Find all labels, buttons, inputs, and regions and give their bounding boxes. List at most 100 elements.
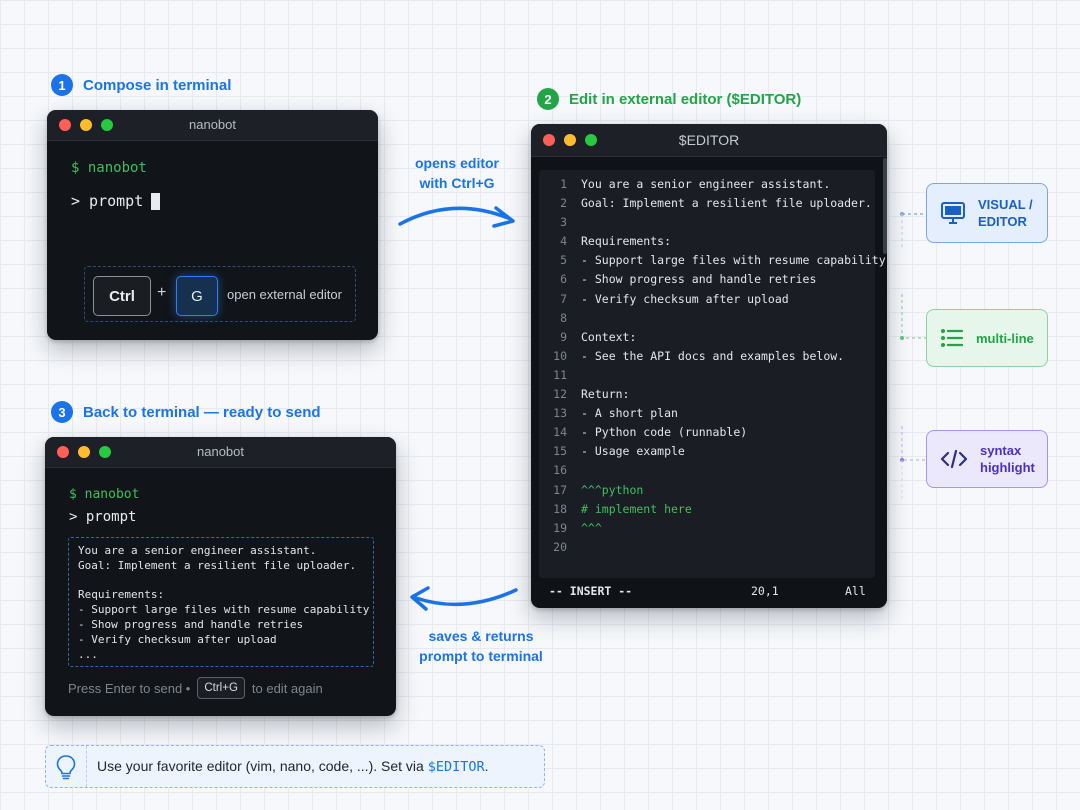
monitor-icon [941,202,965,224]
line-number: 16 [553,463,567,478]
step-number-badge: 2 [537,88,559,110]
arrow-caption-bottom: saves & returns prompt to terminal [404,626,558,666]
code-icon [940,449,968,469]
line-content: - Usage example [581,444,685,459]
caption-line: with Ctrl+G [419,175,495,191]
window-title: nanobot [189,117,236,132]
lightbulb-icon [56,754,76,779]
prompt-line: > prompt [69,509,137,525]
preview-line: - Show progress and handle retries [78,617,304,631]
line-content: - Python code (runnable) [581,425,748,440]
ctrl-key: Ctrl [93,276,151,316]
preview-line: ... [78,647,98,661]
preview-line: - Verify checksum after upload [78,632,277,646]
line-number: 5 [560,253,567,268]
caption-line: prompt to terminal [419,648,543,664]
caption-line: saves & returns [428,628,534,644]
line-content: Return: [581,387,630,402]
step-title: Edit in external editor ($EDITOR) [569,90,802,108]
preview-line: You are a senior engineer assistant. [78,544,317,557]
footer-hint-post: to edit again [251,680,323,696]
shortcut-hint-box: Ctrl + G open external editor [84,266,356,322]
arrow-caption-top: opens editor with Ctrl+G [400,153,514,193]
editor-line: 2 Goal: Implement a resilient file upload… [539,194,875,213]
step-title: Compose in terminal [83,76,232,94]
editor-line: 7 - Verify checksum after upload [539,290,875,309]
line-content: ^^^python [581,482,644,497]
cursor [151,192,161,210]
editor-line: 16 [539,461,875,480]
feature-multi-line: multi-line [926,309,1048,367]
line-number: 8 [560,310,567,325]
titlebar: $EDITOR [531,124,887,157]
line-number: 3 [560,215,567,230]
line-number: 13 [553,406,567,421]
terminal-window-ready: nanobot $ nanobot > prompt You are a sen… [45,437,396,716]
editor-line: 3 [539,213,875,232]
tip-text-post: . [484,758,489,774]
feature-connectors [900,212,926,500]
tip-text-pre: Use your favorite editor (vim, nano, cod… [97,758,428,774]
editor-line: 14 - Python code (runnable) [539,423,875,442]
line-number: 18 [553,501,567,516]
editor-line: 17 ^^^python [539,481,875,500]
editor-line: 6 - Show progress and handle retries [539,270,875,289]
window-title: $EDITOR [678,132,740,148]
feature-label: VISUAL / [978,197,1033,212]
line-number: 1 [560,177,567,191]
prompt-text: > prompt [71,192,144,210]
preview-line: - Support large files with resume capabi… [78,603,370,617]
status-scroll: All [845,584,866,598]
line-number: 7 [560,291,567,306]
feature-syntax-highlight: syntax highlight [926,430,1048,488]
line-number: 9 [560,329,567,344]
terminal-window-compose: nanobot $ nanobot > prompt Ctrl + G open… [47,110,378,340]
step-1-heading: 1 Compose in terminal [51,74,231,96]
titlebar: nanobot [47,110,378,141]
line-number: 20 [553,539,567,554]
line-content: Context: [581,329,637,344]
editor-line: 9 Context: [539,328,875,347]
line-content: - See the API docs and examples below. [581,348,845,363]
prompt-line[interactable]: > prompt [71,192,161,210]
line-number: 2 [560,196,567,211]
editor-line: 20 [539,538,875,557]
editor-window: $EDITOR 1 You are a senior engineer assis… [531,124,887,608]
editor-line: 10 - See the API docs and examples below. [539,347,875,366]
line-number: 17 [553,482,567,497]
command-line: $ nanobot [71,160,147,176]
feature-label: multi-line [976,330,1034,346]
line-content: - A short plan [581,406,678,421]
status-position: 20,1 [751,584,779,598]
editor-line: 11 [539,366,875,385]
editor-buffer[interactable]: 1 You are a senior engineer assistant. 2 Go… [539,170,886,578]
feature-label: highlight [980,460,1035,475]
step-number-badge: 3 [51,401,73,423]
tip-text: Use your favorite editor (vim, nano, cod… [87,758,489,775]
terminal-footer: Press Enter to send • Ctrl+G to edit aga… [68,677,323,699]
feature-visual-editor: VISUAL / EDITOR [926,183,1048,243]
command-line: $ nanobot [69,487,140,502]
scrollbar[interactable] [883,158,887,254]
arrow-to-editor-icon [398,206,515,228]
line-number: 12 [553,387,567,402]
editor-line: 4 Requirements: [539,232,875,251]
list-icon [941,329,964,347]
preview-line [78,574,373,589]
line-content: - Verify checksum after upload [581,291,789,306]
step-title: Back to terminal — ready to send [83,403,321,421]
editor-line: 1 You are a senior engineer assistant. [539,175,875,194]
titlebar: nanobot [45,437,396,468]
line-number: 15 [553,444,567,459]
line-content: # implement here [581,501,692,516]
plus-sign: + [157,284,167,301]
status-line: -- INSERT -- 20,1 All [549,584,869,600]
line-content: Requirements: [581,234,672,249]
preview-line: Goal: Implement a resilient file uploade… [78,558,357,572]
editor-lines: 1 You are a senior engineer assistant. 2 Go… [539,170,886,557]
editor-line: 15 - Usage example [539,442,875,461]
line-number: 10 [553,348,567,363]
prompt-preview-box[interactable]: You are a senior engineer assistant. Goal… [68,537,374,667]
editor-line: 8 [539,309,875,328]
step-3-heading: 3 Back to terminal — ready to send [51,401,321,423]
